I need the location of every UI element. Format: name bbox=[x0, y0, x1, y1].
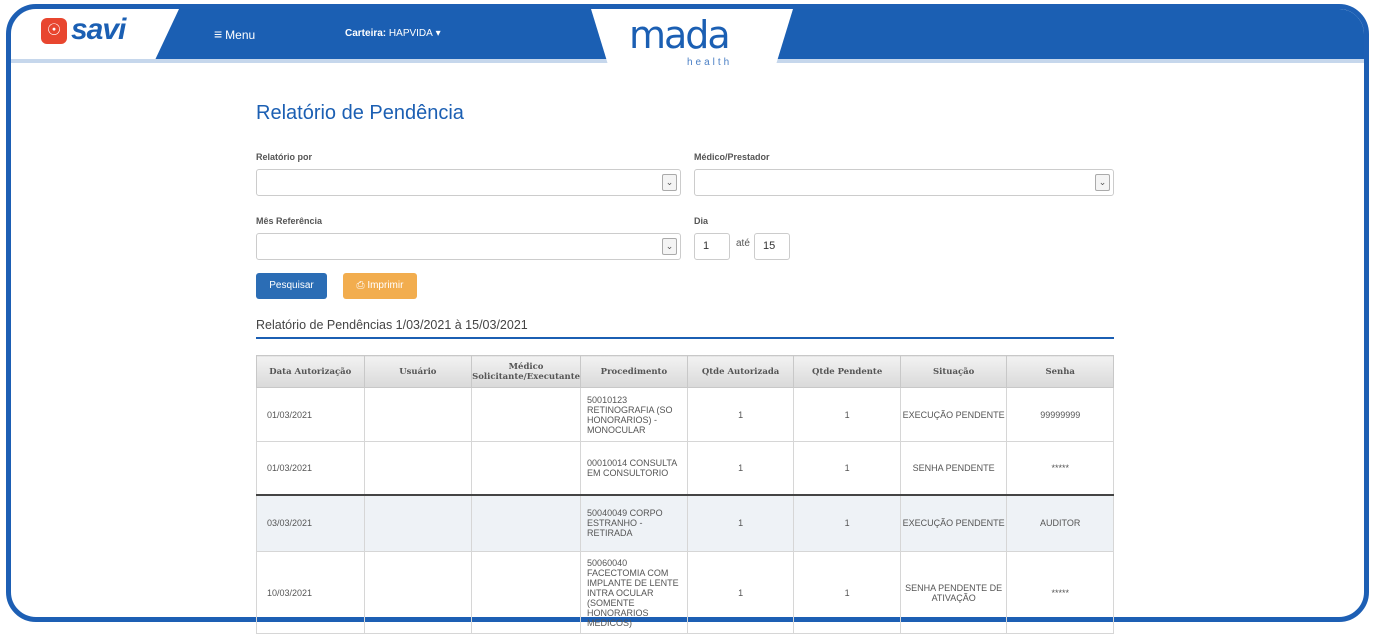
chevron-down-icon: ⌄ bbox=[662, 174, 677, 191]
brand-name: mada bbox=[629, 13, 731, 57]
printer-icon: ⎙ bbox=[356, 280, 365, 291]
cell-usuario bbox=[363, 441, 473, 495]
cell-qtde-pendente: 1 bbox=[793, 551, 901, 634]
mes-referencia-select[interactable]: ⌄ bbox=[256, 233, 681, 260]
brand-sub: health bbox=[687, 57, 733, 68]
col-header[interactable]: Data Autorização bbox=[256, 355, 365, 388]
table-row[interactable]: 10/03/2021 50060040 FACECTOMIA COM IMPLA… bbox=[256, 551, 1114, 634]
report-divider bbox=[256, 337, 1114, 339]
cell-senha: ***** bbox=[1006, 441, 1114, 495]
cell-situacao: EXECUÇÃO PENDENTE bbox=[899, 494, 1008, 552]
cell-data: 03/03/2021 bbox=[256, 494, 365, 552]
logo-text: savi bbox=[71, 13, 126, 46]
cell-medico bbox=[471, 441, 582, 495]
cell-usuario bbox=[363, 494, 473, 552]
cell-senha: 99999999 bbox=[1006, 387, 1114, 442]
cell-usuario bbox=[363, 387, 473, 442]
cell-medico bbox=[471, 551, 582, 634]
cell-procedimento: 00010014 CONSULTA EM CONSULTORIO bbox=[580, 441, 688, 495]
logo[interactable]: ☉ savi bbox=[11, 9, 179, 59]
imprimir-label: Imprimir bbox=[367, 280, 404, 291]
cell-qtde-pendente: 1 bbox=[793, 441, 901, 495]
col-header[interactable]: Qtde Pendente bbox=[793, 355, 901, 388]
carteira-label: Carteira: bbox=[345, 28, 387, 39]
cell-situacao: SENHA PENDENTE DE ATIVAÇÃO bbox=[899, 551, 1008, 634]
mes-referencia-label: Mês Referência bbox=[256, 216, 323, 226]
cell-procedimento: 50010123 RETINOGRAFIA (SO HONORARIOS) - … bbox=[580, 387, 688, 442]
relatorio-por-select[interactable]: ⌄ bbox=[256, 169, 681, 196]
cell-usuario bbox=[363, 551, 473, 634]
page-title: Relatório de Pendência bbox=[256, 102, 464, 124]
col-header[interactable]: Usuário bbox=[363, 355, 473, 388]
hamburger-icon: ≡ bbox=[214, 26, 223, 42]
cell-senha: AUDITOR bbox=[1006, 494, 1114, 552]
cell-medico bbox=[471, 387, 582, 442]
menu-label: Menu bbox=[225, 28, 256, 42]
table-row[interactable]: 03/03/2021 50040049 CORPO ESTRANHO - RET… bbox=[256, 494, 1114, 552]
chevron-down-icon: ⌄ bbox=[662, 238, 677, 255]
dia-label: Dia bbox=[694, 216, 709, 226]
cell-qtde-autorizada: 1 bbox=[686, 494, 795, 552]
medico-prestador-label: Médico/Prestador bbox=[694, 152, 770, 162]
imprimir-button[interactable]: ⎙ Imprimir bbox=[343, 273, 417, 299]
dia-ate-input[interactable]: 15 bbox=[754, 233, 790, 260]
carteira-dropdown[interactable]: Carteira: HAPVIDA ▾ bbox=[345, 28, 441, 39]
menu-button[interactable]: ≡ Menu bbox=[214, 26, 255, 42]
pesquisar-button[interactable]: Pesquisar bbox=[256, 273, 327, 299]
col-header[interactable]: Médico Solicitante/Executante bbox=[471, 355, 582, 388]
table-header-row: Data Autorização Usuário Médico Solicita… bbox=[256, 355, 1114, 388]
relatorio-por-label: Relatório por bbox=[256, 152, 313, 162]
cell-qtde-autorizada: 1 bbox=[686, 551, 795, 634]
cell-procedimento: 50060040 FACECTOMIA COM IMPLANTE DE LENT… bbox=[580, 551, 688, 634]
dia-de-input[interactable]: 1 bbox=[694, 233, 730, 260]
cell-senha: ***** bbox=[1006, 551, 1114, 634]
chevron-down-icon: ⌄ bbox=[1095, 174, 1110, 191]
cell-qtde-pendente: 1 bbox=[793, 494, 901, 552]
table-row[interactable]: 01/03/2021 50010123 RETINOGRAFIA (SO HON… bbox=[256, 387, 1114, 442]
cell-data: 01/03/2021 bbox=[256, 387, 365, 442]
cell-qtde-pendente: 1 bbox=[793, 387, 901, 442]
carteira-value: HAPVIDA bbox=[388, 28, 433, 39]
cell-qtde-autorizada: 1 bbox=[686, 441, 795, 495]
ate-label: até bbox=[736, 238, 750, 249]
cell-situacao: EXECUÇÃO PENDENTE bbox=[899, 387, 1008, 442]
fingerprint-icon: ☉ bbox=[41, 18, 67, 44]
cell-data: 10/03/2021 bbox=[256, 551, 365, 634]
cell-procedimento: 50040049 CORPO ESTRANHO - RETIRADA bbox=[580, 494, 688, 552]
report-subtitle: Relatório de Pendências 1/03/2021 à 15/0… bbox=[256, 318, 528, 332]
table-row[interactable]: 01/03/2021 00010014 CONSULTA EM CONSULTO… bbox=[256, 441, 1114, 495]
cell-situacao: SENHA PENDENTE bbox=[899, 441, 1008, 495]
col-header[interactable]: Qtde Autorizada bbox=[686, 355, 795, 388]
col-header[interactable]: Procedimento bbox=[580, 355, 688, 388]
caret-down-icon: ▾ bbox=[435, 28, 441, 39]
col-header[interactable]: Situação bbox=[899, 355, 1008, 388]
pendencias-table: Data Autorização Usuário Médico Solicita… bbox=[256, 355, 1114, 634]
cell-qtde-autorizada: 1 bbox=[686, 387, 795, 442]
cell-data: 01/03/2021 bbox=[256, 441, 365, 495]
col-header[interactable]: Senha bbox=[1006, 355, 1114, 388]
cell-medico bbox=[471, 494, 582, 552]
medico-prestador-select[interactable]: ⌄ bbox=[694, 169, 1114, 196]
